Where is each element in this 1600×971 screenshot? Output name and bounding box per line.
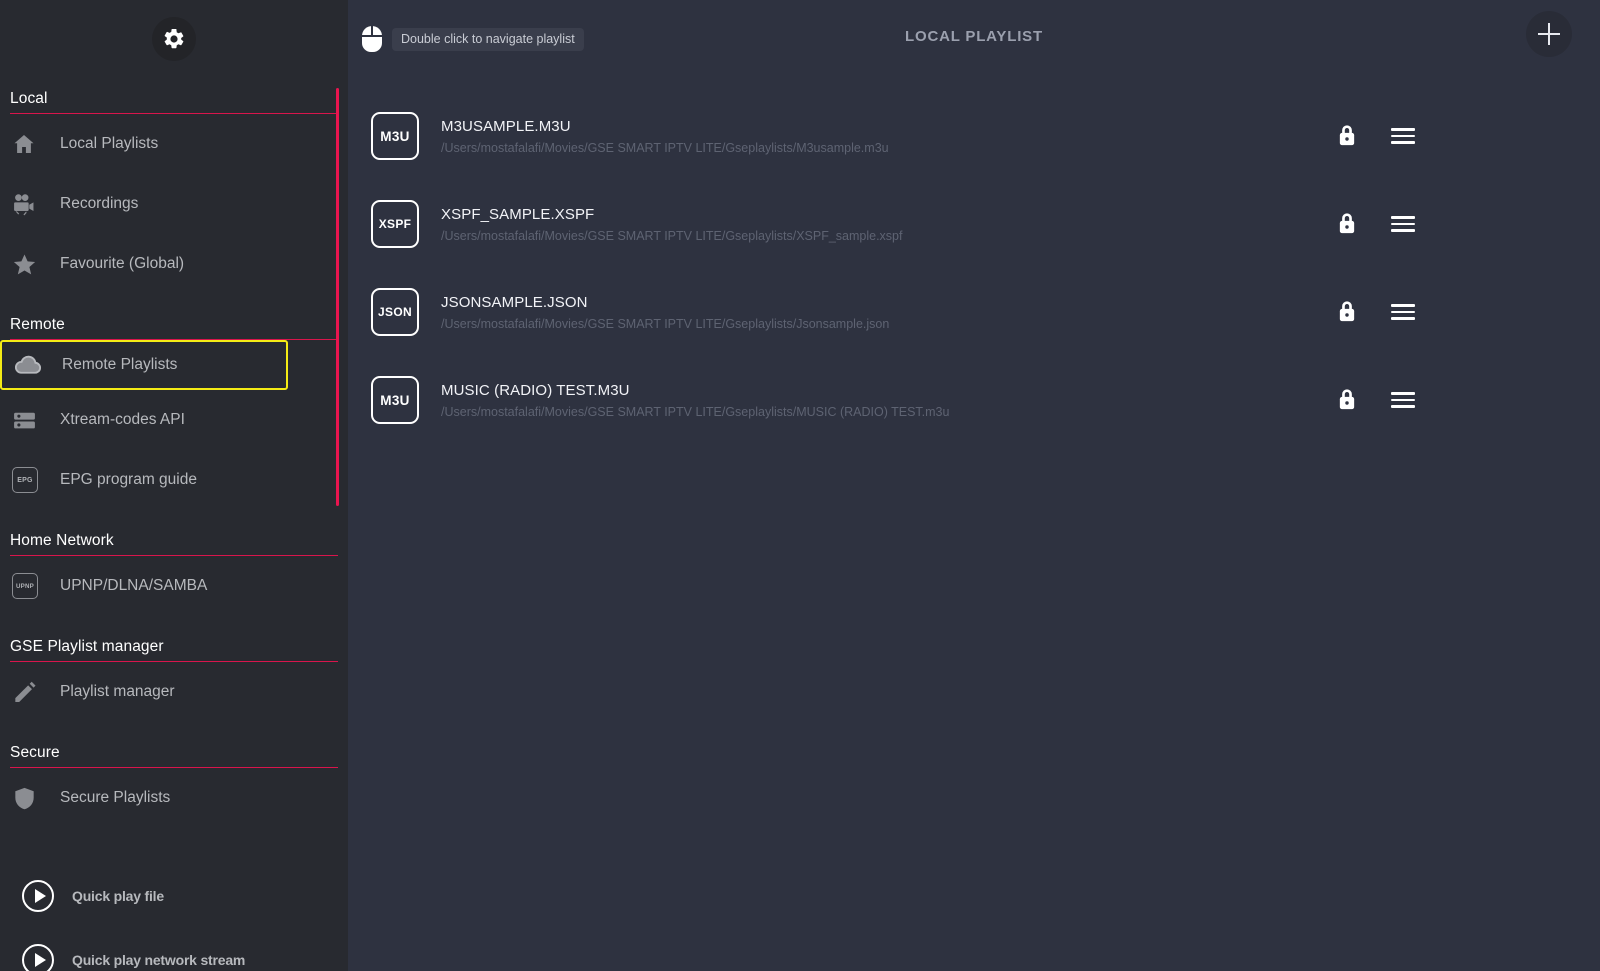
star-icon xyxy=(12,252,50,277)
server-icon xyxy=(12,408,50,433)
sidebar-item-epg-program-guide[interactable]: EPG EPG program guide xyxy=(0,450,348,510)
row-actions xyxy=(1336,92,1415,180)
row-actions xyxy=(1336,356,1415,444)
file-type-badge: M3U xyxy=(371,376,419,424)
epg-badge-label: EPG xyxy=(12,467,38,493)
play-circle-icon xyxy=(22,944,54,971)
gear-icon-glyph xyxy=(164,28,184,49)
hamburger-menu-icon[interactable] xyxy=(1391,216,1415,232)
play-circle-icon xyxy=(22,880,54,912)
sidebar-item-remote-playlists[interactable]: Remote Playlists xyxy=(0,340,288,390)
quick-actions: Quick play file Quick play network strea… xyxy=(0,864,348,971)
sidebar-section-gse-playlist-manager: GSE Playlist manager xyxy=(10,638,338,662)
sidebar-item-label: EPG program guide xyxy=(60,471,197,488)
sidebar-item-label: UPNP/DLNA/SAMBA xyxy=(60,577,208,594)
file-type-badge: M3U xyxy=(371,112,419,160)
sidebar-item-label: Favourite (Global) xyxy=(60,255,185,272)
hamburger-menu-icon[interactable] xyxy=(1391,392,1415,408)
row-actions xyxy=(1336,268,1415,356)
video-camera-icon xyxy=(12,192,50,217)
sidebar: Local Local Playlists Recordings Favouri… xyxy=(0,0,348,971)
upnp-badge-label: UPNP xyxy=(12,573,38,599)
sidebar-item-playlist-manager[interactable]: Playlist manager xyxy=(0,662,348,722)
pencil-icon xyxy=(12,680,50,705)
mouse-icon xyxy=(362,26,382,52)
sidebar-item-recordings[interactable]: Recordings xyxy=(0,174,348,234)
settings-button[interactable] xyxy=(0,0,348,78)
cloud-icon xyxy=(14,354,52,376)
epg-badge-icon: EPG xyxy=(12,467,50,493)
playlist-list: M3U M3USAMPLE.M3U /Users/mostafalafi/Mov… xyxy=(348,78,1600,444)
quick-action-label: Quick play file xyxy=(72,888,164,904)
sidebar-item-label: Local Playlists xyxy=(60,135,159,152)
lock-icon[interactable] xyxy=(1336,124,1358,148)
sidebar-item-favourite-global[interactable]: Favourite (Global) xyxy=(0,234,348,294)
sidebar-item-label: Secure Playlists xyxy=(60,789,171,806)
file-type-badge: XSPF xyxy=(371,200,419,248)
sidebar-item-label: Remote Playlists xyxy=(62,356,178,373)
sidebar-item-upnp-dlna-samba[interactable]: UPNP UPNP/DLNA/SAMBA xyxy=(0,556,348,616)
sidebar-section-remote: Remote xyxy=(10,316,338,340)
table-row[interactable]: JSON JSONSAMPLE.JSON /Users/mostafalafi/… xyxy=(348,268,1600,356)
add-playlist-button[interactable] xyxy=(1526,11,1572,57)
shield-icon xyxy=(12,786,50,811)
row-actions xyxy=(1336,180,1415,268)
lock-icon[interactable] xyxy=(1336,388,1358,412)
home-icon xyxy=(12,132,50,156)
quick-play-file-button[interactable]: Quick play file xyxy=(0,864,348,928)
sidebar-item-label: Xtream-codes API xyxy=(60,411,185,428)
sidebar-item-label: Recordings xyxy=(60,195,139,212)
table-row[interactable]: M3U MUSIC (RADIO) TEST.M3U /Users/mostaf… xyxy=(348,356,1600,444)
quick-play-network-stream-button[interactable]: Quick play network stream xyxy=(0,928,348,971)
main-topbar: Double click to navigate playlist LOCAL … xyxy=(348,0,1600,78)
lock-icon[interactable] xyxy=(1336,212,1358,236)
gear-icon[interactable] xyxy=(152,17,196,61)
table-row[interactable]: XSPF XSPF_SAMPLE.XSPF /Users/mostafalafi… xyxy=(348,180,1600,268)
app-root: Local Local Playlists Recordings Favouri… xyxy=(0,0,1600,971)
hamburger-menu-icon[interactable] xyxy=(1391,304,1415,320)
hamburger-menu-icon[interactable] xyxy=(1391,128,1415,144)
table-row[interactable]: M3U M3USAMPLE.M3U /Users/mostafalafi/Mov… xyxy=(348,92,1600,180)
sidebar-scroll-indicator[interactable] xyxy=(336,88,339,506)
lock-icon[interactable] xyxy=(1336,300,1358,324)
sidebar-item-xtream-codes-api[interactable]: Xtream-codes API xyxy=(0,390,348,450)
upnp-badge-icon: UPNP xyxy=(12,573,50,599)
navigation-hint-text: Double click to navigate playlist xyxy=(392,27,584,51)
sidebar-item-secure-playlists[interactable]: Secure Playlists xyxy=(0,768,348,828)
sidebar-item-local-playlists[interactable]: Local Playlists xyxy=(0,114,348,174)
sidebar-item-label: Playlist manager xyxy=(60,683,175,700)
quick-action-label: Quick play network stream xyxy=(72,952,246,968)
sidebar-section-home-network: Home Network xyxy=(10,532,338,556)
sidebar-section-secure: Secure xyxy=(10,744,338,768)
main-content: Double click to navigate playlist LOCAL … xyxy=(348,0,1600,971)
file-type-badge: JSON xyxy=(371,288,419,336)
sidebar-section-local: Local xyxy=(10,90,338,114)
navigation-hint: Double click to navigate playlist xyxy=(362,26,584,52)
